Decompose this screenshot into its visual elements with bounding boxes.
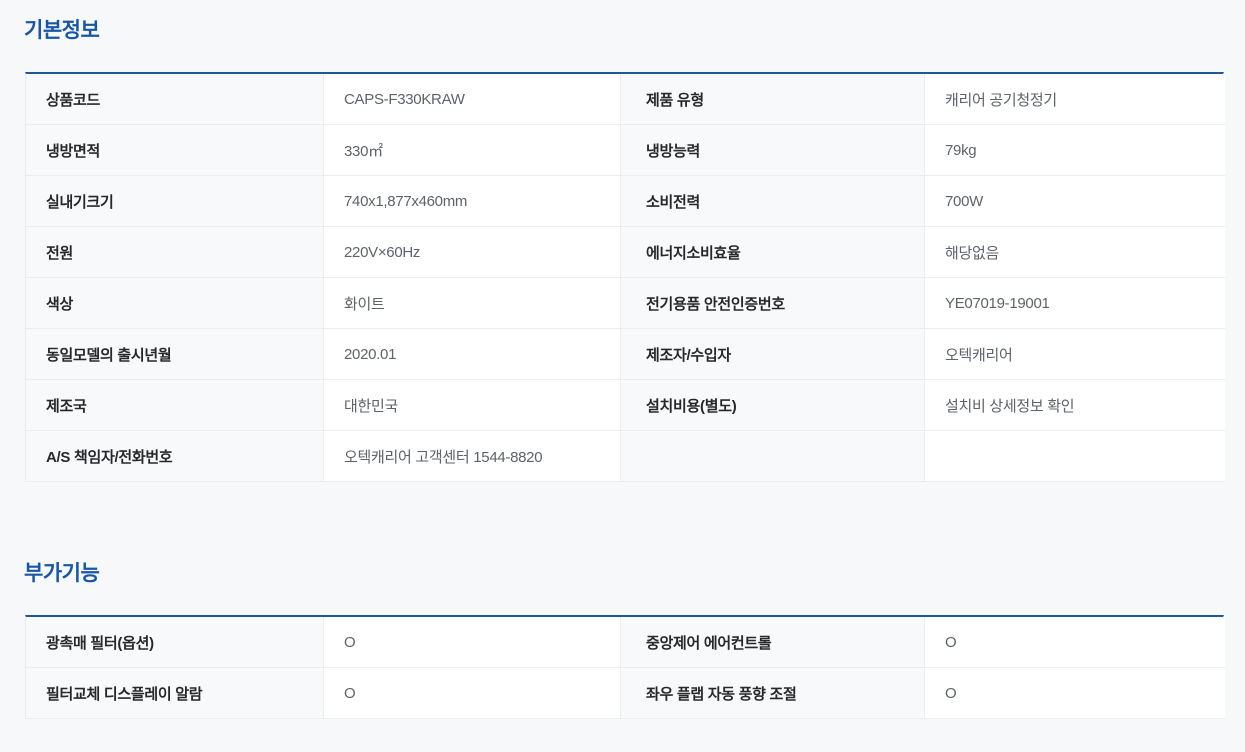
- spec-value: 오텍캐리어 고객센터 1544-8820: [324, 431, 621, 482]
- spec-value: O: [324, 617, 621, 668]
- spec-value: [925, 431, 1225, 482]
- spec-label: 전기용품 안전인증번호: [621, 278, 925, 329]
- spec-value: 대한민국: [324, 380, 621, 431]
- spec-label: 좌우 플랩 자동 풍향 조절: [621, 668, 925, 719]
- spec-label: 냉방면적: [26, 125, 324, 176]
- spec-value: 화이트: [324, 278, 621, 329]
- spec-value: YE07019-19001: [925, 278, 1225, 329]
- spec-value: 2020.01: [324, 329, 621, 380]
- spec-table: 상품코드CAPS-F330KRAW제품 유형캐리어 공기청정기냉방면적330㎡냉…: [25, 72, 1224, 482]
- spec-label: 동일모델의 출시년월: [26, 329, 324, 380]
- spec-value: 해당없음: [925, 227, 1225, 278]
- spec-label: 실내기크기: [26, 176, 324, 227]
- spec-label: 색상: [26, 278, 324, 329]
- spec-label: 제품 유형: [621, 74, 925, 125]
- spec-label: 상품코드: [26, 74, 324, 125]
- spec-label: 중앙제어 에어컨트롤: [621, 617, 925, 668]
- spec-label: 냉방능력: [621, 125, 925, 176]
- spec-value: 220V×60Hz: [324, 227, 621, 278]
- spec-label: 제조자/수입자: [621, 329, 925, 380]
- spec-label: 전원: [26, 227, 324, 278]
- spec-value: O: [324, 668, 621, 719]
- spec-label: [621, 431, 925, 482]
- spec-value: 설치비 상세정보 확인: [925, 380, 1225, 431]
- spec-value: 330㎡: [324, 125, 621, 176]
- spec-label: A/S 책임자/전화번호: [26, 431, 324, 482]
- spec-table: 광촉매 필터(옵션)O중앙제어 에어컨트롤O필터교체 디스플레이 알람O좌우 플…: [25, 615, 1224, 719]
- section-title: 기본정보: [24, 18, 1225, 43]
- spec-value: O: [925, 668, 1225, 719]
- spec-value: O: [925, 617, 1225, 668]
- product-spec-page: 기본정보상품코드CAPS-F330KRAW제품 유형캐리어 공기청정기냉방면적3…: [0, 0, 1245, 752]
- spec-section-1: 기본정보상품코드CAPS-F330KRAW제품 유형캐리어 공기청정기냉방면적3…: [25, 18, 1225, 482]
- spec-value: 오텍캐리어: [925, 329, 1225, 380]
- spec-label: 설치비용(별도): [621, 380, 925, 431]
- section-title: 부가기능: [24, 561, 1225, 586]
- spec-label: 제조국: [26, 380, 324, 431]
- spec-value: 740x1,877x460mm: [324, 176, 621, 227]
- spec-value: 700W: [925, 176, 1225, 227]
- spec-value: 79kg: [925, 125, 1225, 176]
- spec-label: 광촉매 필터(옵션): [26, 617, 324, 668]
- spec-label: 필터교체 디스플레이 알람: [26, 668, 324, 719]
- spec-section-2: 부가기능광촉매 필터(옵션)O중앙제어 에어컨트롤O필터교체 디스플레이 알람O…: [25, 561, 1225, 719]
- spec-label: 소비전력: [621, 176, 925, 227]
- spec-value: CAPS-F330KRAW: [324, 74, 621, 125]
- spec-label: 에너지소비효율: [621, 227, 925, 278]
- spec-value: 캐리어 공기청정기: [925, 74, 1225, 125]
